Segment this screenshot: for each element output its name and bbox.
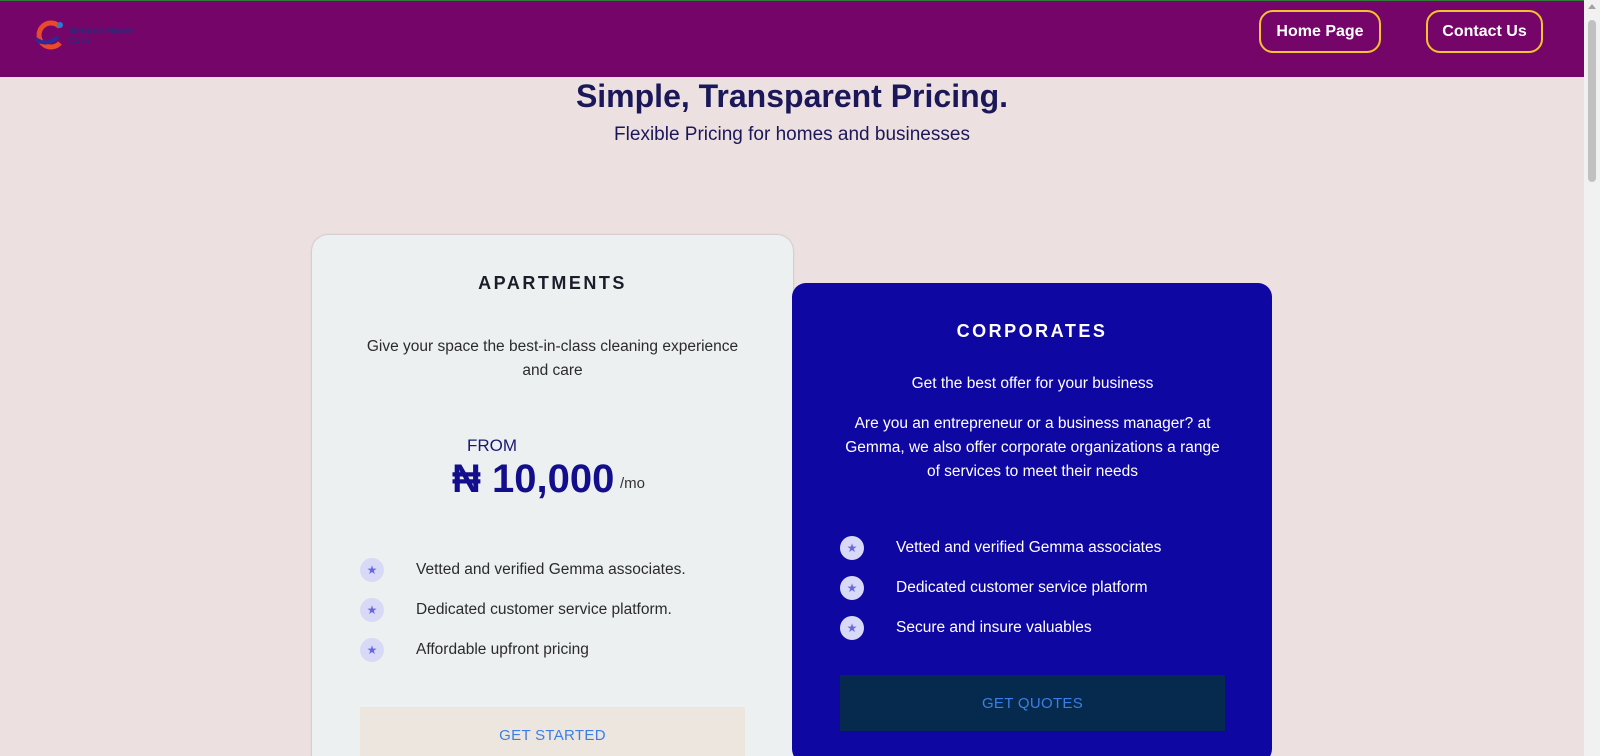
feature-text: Dedicated customer service platform bbox=[896, 579, 1148, 596]
star-icon: ★ bbox=[840, 576, 864, 600]
feature-item: ★ Vetted and verified Gemma associates. bbox=[360, 550, 760, 590]
page-title: Simple, Transparent Pricing. bbox=[575, 78, 1009, 114]
feature-item: ★ Vetted and verified Gemma associates bbox=[840, 528, 1240, 568]
feature-list: ★ Vetted and verified Gemma associates ★… bbox=[840, 528, 1240, 648]
feature-item: ★ Dedicated customer service platform. bbox=[360, 590, 760, 630]
scrollbar-thumb[interactable] bbox=[1588, 20, 1596, 182]
corporates-plan-card: CORPORATES Get the best offer for your b… bbox=[792, 283, 1272, 756]
apartments-plan-card: APARTMENTS Give your space the best-in-c… bbox=[312, 235, 793, 756]
feature-text: Vetted and verified Gemma associates bbox=[896, 539, 1162, 556]
get-quotes-button[interactable]: GET QUOTES bbox=[840, 675, 1225, 731]
star-icon: ★ bbox=[360, 558, 384, 582]
brand-name: Gemma Home Care bbox=[68, 26, 134, 47]
star-icon: ★ bbox=[840, 616, 864, 640]
feature-text: Dedicated customer service platform. bbox=[416, 601, 672, 618]
feature-item: ★ Affordable upfront pricing bbox=[360, 630, 760, 670]
site-header: Gemma Home Care Home Page Contact Us bbox=[0, 1, 1584, 77]
plan-description: Give your space the best-in-class cleani… bbox=[366, 338, 739, 379]
plan-title: CORPORATES bbox=[956, 321, 1108, 341]
star-icon: ★ bbox=[360, 598, 384, 622]
get-started-button[interactable]: GET STARTED bbox=[360, 707, 745, 756]
star-icon: ★ bbox=[360, 638, 384, 662]
brand-logo[interactable]: Gemma Home Care bbox=[30, 17, 140, 53]
from-label: FROM bbox=[467, 436, 518, 455]
logo-mark-icon bbox=[34, 20, 63, 50]
price-period: /mo bbox=[620, 475, 646, 492]
feature-text: Secure and insure valuables bbox=[896, 619, 1092, 636]
star-icon: ★ bbox=[840, 536, 864, 560]
feature-text: Vetted and verified Gemma associates. bbox=[416, 561, 686, 578]
plan-description: Get the best offer for your business bbox=[911, 375, 1154, 392]
scroll-up-icon[interactable] bbox=[1588, 4, 1596, 9]
feature-list: ★ Vetted and verified Gemma associates. … bbox=[360, 550, 760, 670]
plan-title: APARTMENTS bbox=[478, 273, 627, 293]
home-page-button[interactable]: Home Page bbox=[1259, 10, 1381, 53]
contact-us-button[interactable]: Contact Us bbox=[1426, 10, 1543, 53]
plan-description-extra: Are you an entrepreneur or a business ma… bbox=[845, 415, 1220, 480]
plan-price: ₦ 10,000 bbox=[452, 457, 615, 501]
page-subtitle: Flexible Pricing for homes and businesse… bbox=[614, 124, 970, 145]
feature-item: ★ Secure and insure valuables bbox=[840, 608, 1240, 648]
feature-item: ★ Dedicated customer service platform bbox=[840, 568, 1240, 608]
feature-text: Affordable upfront pricing bbox=[416, 641, 589, 658]
